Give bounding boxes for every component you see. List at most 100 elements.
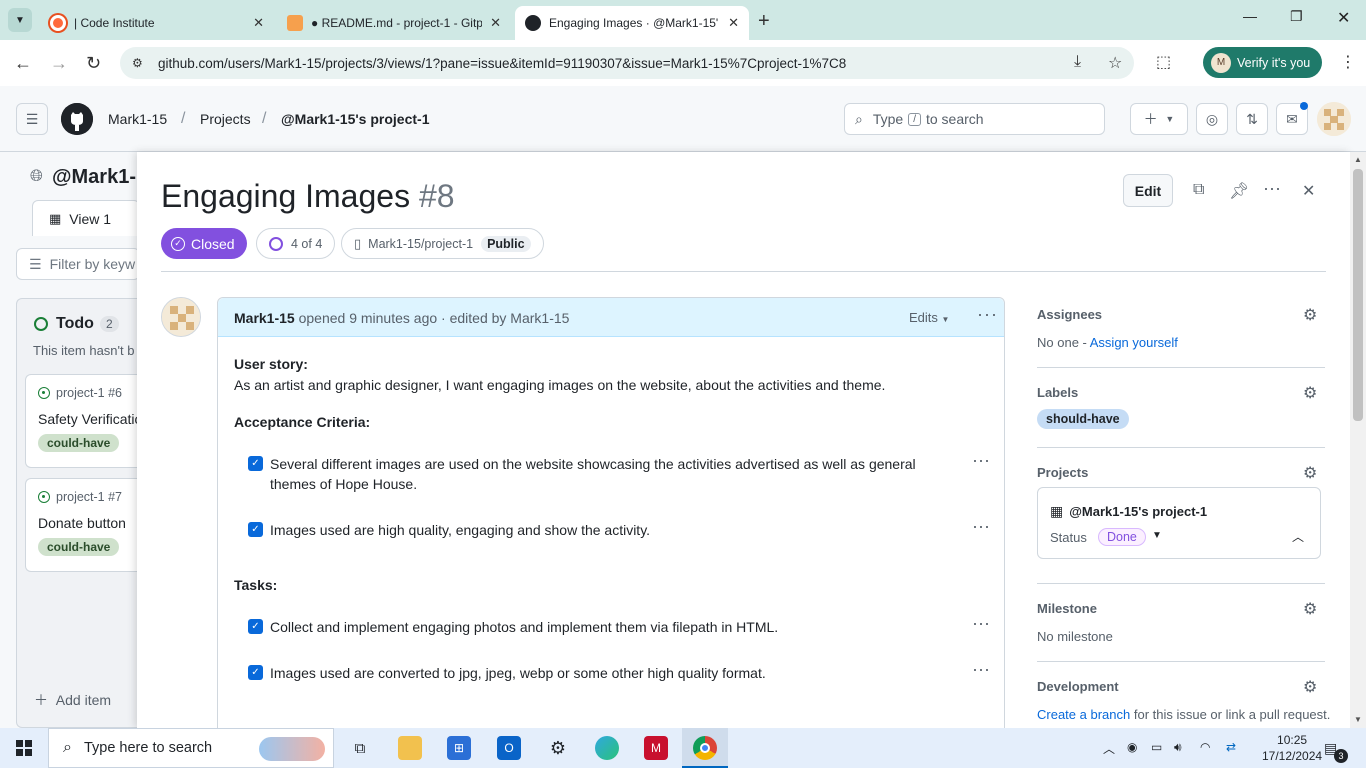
create-branch-link[interactable]: Create a branch (1037, 707, 1130, 722)
taskbar-search-input[interactable]: ⌕ Type here to search (48, 728, 334, 768)
close-tab-icon[interactable]: ✕ (728, 15, 739, 31)
verify-profile-button[interactable]: M Verify it's you (1203, 47, 1322, 78)
forward-arrow-icon[interactable]: → (50, 53, 68, 74)
site-info-icon[interactable]: ⚙ (132, 56, 150, 70)
checkbox[interactable]: ✓ (248, 456, 263, 471)
url-text[interactable]: github.com/users/Mark1-15/projects/3/vie… (158, 56, 846, 71)
project-card: ▦ @Mark1-15's project-1 Status Done ▼ ︿ (1037, 487, 1321, 559)
item-more-icon[interactable]: ··· (972, 613, 990, 634)
card-title[interactable]: Safety Verificatio (38, 411, 142, 427)
open-issue-icon (38, 491, 50, 503)
assign-yourself-link[interactable]: Assign yourself (1090, 335, 1178, 350)
comment-more-icon[interactable]: ··· (977, 304, 998, 325)
item-more-icon[interactable]: ··· (972, 450, 990, 471)
breadcrumb-project[interactable]: @Mark1-15's project-1 (281, 111, 429, 127)
show-hidden-icons-icon[interactable]: ︿ (1103, 740, 1115, 757)
board-card[interactable]: project-1 #6 Safety Verificatio could-ha… (25, 374, 142, 468)
browser-menu-icon[interactable]: ⋮ (1340, 52, 1356, 72)
wifi-icon[interactable]: ◠ (1200, 740, 1210, 754)
minimize-icon[interactable]: — (1243, 8, 1257, 24)
repository-link[interactable]: ▯ Mark1-15/project-1 Public (341, 228, 544, 259)
edge-browser-icon[interactable] (595, 736, 619, 760)
add-item-button[interactable]: ＋ Add item (34, 690, 111, 710)
battery-icon[interactable]: ▭ (1151, 740, 1162, 754)
board-card[interactable]: project-1 #7 Donate button could-have (25, 478, 140, 572)
extensions-icon[interactable]: ⬚ (1156, 52, 1171, 72)
gear-icon[interactable]: ⚙ (1303, 677, 1317, 697)
panel-scrollbar[interactable]: ▲ ▼ (1350, 152, 1366, 728)
hamburger-menu-icon[interactable]: ☰ (16, 103, 48, 135)
close-panel-icon[interactable]: ✕ (1302, 181, 1315, 201)
url-bar[interactable]: ⚙ github.com/users/Mark1-15/projects/3/v… (120, 47, 1134, 79)
breadcrumb-user[interactable]: Mark1-15 (108, 111, 167, 127)
github-logo-icon[interactable] (61, 103, 93, 135)
issues-icon[interactable]: ◎ (1196, 103, 1228, 135)
comment-meta-text: opened 9 minutes ago · edited by Mark1-1… (298, 310, 570, 326)
search-input[interactable]: ⌕ Type / to search (844, 103, 1105, 135)
checkbox[interactable]: ✓ (248, 522, 263, 537)
bookmark-star-icon[interactable]: ☆ (1108, 53, 1122, 73)
browser-tab-readme[interactable]: ● README.md - project-1 - Gitp ✕ (277, 6, 511, 40)
gear-icon[interactable]: ⚙ (1303, 599, 1317, 619)
breadcrumb-projects[interactable]: Projects (200, 111, 251, 127)
checklist-item-text: Images used are high quality, engaging a… (270, 522, 651, 538)
browser-tab-engaging-images[interactable]: Engaging Images · @Mark1-15' ✕ (515, 6, 749, 40)
settings-gear-icon[interactable]: ⚙ (546, 736, 570, 760)
checkbox[interactable]: ✓ (248, 665, 263, 680)
close-tab-icon[interactable]: ✕ (490, 15, 501, 31)
card-title[interactable]: Donate button (38, 515, 126, 531)
user-avatar[interactable] (1317, 102, 1351, 136)
tasks-heading: Tasks: (234, 577, 278, 593)
tab-view-1[interactable]: ▦ View 1 (32, 200, 140, 236)
system-clock[interactable]: 10:25 17/12/2024 (1262, 732, 1322, 764)
chrome-taskbar-button[interactable] (682, 728, 728, 768)
close-tab-icon[interactable]: ✕ (253, 15, 264, 31)
webcam-icon[interactable]: ◉ (1127, 740, 1137, 754)
status-badge-label: Closed (191, 235, 235, 252)
filter-input[interactable]: ☰ Filter by keyw (16, 248, 140, 280)
author-avatar[interactable] (161, 297, 201, 337)
chevron-up-icon[interactable]: ︿ (1292, 528, 1304, 545)
close-window-icon[interactable]: ✕ (1337, 8, 1350, 28)
item-more-icon[interactable]: ··· (972, 659, 990, 680)
gear-icon[interactable]: ⚙ (1303, 463, 1317, 483)
sync-icon[interactable]: ⇄ (1226, 740, 1236, 754)
visibility-badge: Public (481, 235, 531, 252)
browser-tab-code-institute[interactable]: | Code Institute ✕ (40, 6, 274, 40)
scroll-up-icon[interactable]: ▲ (1354, 155, 1362, 164)
windows-start-icon[interactable] (16, 740, 32, 756)
scrollbar-thumb[interactable] (1353, 169, 1363, 421)
item-more-icon[interactable]: ··· (972, 516, 990, 537)
outlook-icon[interactable]: O (497, 736, 521, 760)
pull-requests-icon[interactable]: ⇅ (1236, 103, 1268, 135)
label-chip[interactable]: should-have (1037, 409, 1129, 429)
restore-icon[interactable]: ❐ (1290, 8, 1303, 25)
gear-icon[interactable]: ⚙ (1303, 383, 1317, 403)
more-options-icon[interactable]: ··· (1263, 178, 1281, 199)
project-name[interactable]: ▦ @Mark1-15's project-1 (1050, 503, 1207, 520)
comment-author[interactable]: Mark1-15 (234, 310, 295, 326)
copy-link-icon[interactable]: ⧉ (1193, 181, 1204, 199)
reload-icon[interactable]: ↻ (86, 53, 101, 74)
mcafee-icon[interactable]: M (644, 736, 668, 760)
edit-title-button[interactable]: Edit (1123, 174, 1173, 207)
tab-search-button[interactable]: ▼ (8, 8, 32, 32)
task-view-icon[interactable]: ⧉ (348, 736, 372, 760)
back-arrow-icon[interactable]: ← (14, 53, 32, 74)
gear-icon[interactable]: ⚙ (1303, 305, 1317, 325)
labels-title: Labels (1037, 385, 1079, 400)
caret-down-icon[interactable]: ▼ (1152, 530, 1162, 541)
new-tab-icon[interactable]: + (758, 10, 770, 33)
install-app-icon[interactable]: ⤓ (1074, 53, 1081, 71)
status-badge: ✓ Closed (161, 228, 247, 259)
edits-dropdown[interactable]: Edits ▼ (909, 310, 949, 325)
create-new-button[interactable]: ＋ ▼ (1130, 103, 1188, 135)
microsoft-store-icon[interactable]: ⊞ (447, 736, 471, 760)
file-explorer-icon[interactable] (398, 736, 422, 760)
volume-icon[interactable]: 🔊︎ (1174, 740, 1182, 755)
status-value-badge[interactable]: Done (1098, 528, 1146, 546)
scroll-down-icon[interactable]: ▼ (1354, 715, 1362, 724)
pin-icon[interactable]: 📌︎ (1229, 181, 1249, 201)
checkbox[interactable]: ✓ (248, 619, 263, 634)
sub-issue-progress[interactable]: 4 of 4 (256, 228, 336, 259)
